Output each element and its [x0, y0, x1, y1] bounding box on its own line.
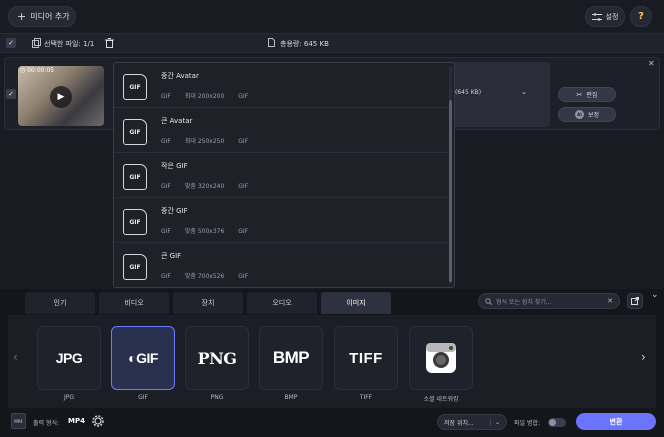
preset-details: GIF 최대 200x200 GIF: [161, 93, 249, 100]
preset-details: GIF 맞춤 700x526 GIF: [161, 273, 249, 280]
help-button[interactable]: ?: [630, 6, 652, 27]
remove-file-icon[interactable]: ✕: [648, 59, 655, 68]
tab-images[interactable]: 이미지: [321, 292, 391, 314]
format-search-input[interactable]: 형식 또는 장치 찾기... ✕: [478, 293, 620, 309]
preset-details: GIF 맞춤 500x376 GIF: [161, 228, 249, 235]
preset-title: 중간 GIF: [161, 207, 188, 215]
preset-title: 큰 Avatar: [161, 117, 193, 125]
jpg-logo: JPG: [55, 350, 83, 366]
format-label-tiff: TIFF: [359, 394, 373, 401]
tab-popular[interactable]: 인기: [25, 292, 95, 314]
camera-icon: [426, 343, 456, 373]
trash-icon[interactable]: [105, 38, 114, 48]
format-label-gif: GIF: [138, 394, 148, 401]
save-to-dropdown[interactable]: 저장 위치... ⌄: [437, 414, 507, 430]
preset-details: GIF 맞춤 320x240 GIF: [161, 183, 249, 190]
scissors-icon: ✂: [576, 90, 583, 99]
duration-label: ◷ 00:00:05: [20, 67, 55, 74]
gif-logo: ◐GIF: [128, 350, 158, 366]
total-size-label: 총용량: 645 KB: [280, 40, 329, 48]
preset-item[interactable]: GIF 큰 GIF GIF 맞춤 700x526 GIF: [114, 243, 450, 287]
add-media-button[interactable]: + 미디어 추가: [8, 6, 76, 27]
bmp-logo: BMP: [272, 348, 310, 367]
file-icon: [268, 38, 275, 47]
top-bar: [0, 0, 664, 32]
search-icon: [485, 297, 492, 305]
format-tile-png[interactable]: PNG: [185, 326, 249, 390]
output-format-label: 출력 형식:: [33, 420, 60, 427]
output-size-label: (645 KB): [455, 89, 482, 96]
clear-search-icon[interactable]: ✕: [607, 297, 613, 305]
scroll-left-chevron-icon[interactable]: ‹: [13, 350, 18, 364]
format-tile-gif[interactable]: ◐GIF: [111, 326, 175, 390]
select-all-checkbox[interactable]: ✓: [6, 38, 16, 48]
add-media-label: 미디어 추가: [30, 12, 70, 21]
gif-file-icon: GIF: [123, 74, 147, 100]
chevron-down-icon[interactable]: ⌄: [521, 88, 527, 96]
selected-files-label: 선택한 파일: 1/1: [44, 40, 95, 48]
format-tile-bmp[interactable]: BMP: [259, 326, 323, 390]
format-label-png: PNG: [210, 394, 224, 401]
output-format-icon[interactable]: MP4: [11, 413, 26, 429]
format-tile-tiff[interactable]: TIFF: [334, 326, 398, 390]
gif-file-icon: GIF: [123, 119, 147, 145]
convert-button[interactable]: 변환: [576, 413, 656, 430]
gif-file-icon: GIF: [123, 209, 147, 235]
plus-icon: +: [17, 10, 27, 23]
edit-button[interactable]: ✂ 편집: [558, 87, 616, 102]
tab-audio[interactable]: 오디오: [247, 292, 317, 314]
preset-item[interactable]: GIF 중간 GIF GIF 맞춤 500x376 GIF: [114, 198, 450, 243]
file-merge-label: 파일 병합:: [514, 420, 541, 427]
edit-label: 편집: [586, 92, 598, 99]
tab-video[interactable]: 비디오: [99, 292, 169, 314]
play-icon[interactable]: ▶: [50, 86, 72, 108]
gif-file-icon: GIF: [123, 164, 147, 190]
file-checkbox[interactable]: ✓: [6, 89, 16, 99]
collapse-panel-chevron-icon[interactable]: ⌄: [651, 290, 659, 300]
output-format-value[interactable]: MP4: [68, 417, 85, 425]
tiff-logo: TIFF: [349, 349, 383, 367]
preset-item[interactable]: GIF 작은 GIF GIF 맞춤 320x240 GIF: [114, 153, 450, 198]
format-grid: [8, 315, 656, 408]
preset-title: 중간 Avatar: [161, 72, 199, 80]
files-icon: [32, 38, 41, 48]
save-to-label: 저장 위치...: [444, 419, 474, 427]
settings-label: 설정: [605, 12, 619, 21]
enhance-button[interactable]: AI 보정: [558, 107, 616, 122]
search-placeholder: 형식 또는 장치 찾기...: [496, 298, 552, 306]
gear-icon[interactable]: [92, 415, 104, 427]
preset-title: 작은 GIF: [161, 162, 188, 170]
preset-item[interactable]: GIF 중간 Avatar GIF 최대 200x200 GIF: [114, 63, 450, 108]
preset-details: GIF 최대 250x250 GIF: [161, 138, 249, 145]
format-label-jpg: JPG: [63, 394, 75, 401]
preset-dropdown: GIF 중간 Avatar GIF 최대 200x200 GIF GIF 큰 Ava…: [113, 62, 455, 288]
format-label-bmp: BMP: [284, 394, 298, 401]
info-bar: [0, 33, 664, 53]
format-tile-jpg[interactable]: JPG: [37, 326, 101, 390]
preset-title: 큰 GIF: [161, 252, 182, 260]
export-settings-button[interactable]: [627, 293, 643, 309]
gif-file-icon: GIF: [123, 254, 147, 280]
tab-devices[interactable]: 장치: [173, 292, 243, 314]
settings-sliders-icon: [591, 12, 602, 21]
export-icon: [631, 297, 639, 305]
format-tile-social[interactable]: [409, 326, 473, 390]
enhance-label: 보정: [587, 112, 600, 119]
png-logo: PNG: [197, 348, 237, 368]
scroll-right-chevron-icon[interactable]: ›: [641, 350, 646, 364]
ai-icon: AI: [574, 110, 584, 119]
chevron-down-icon: ⌄: [489, 418, 500, 426]
settings-button[interactable]: 설정: [585, 6, 625, 27]
preset-item[interactable]: GIF 큰 Avatar GIF 최대 250x250 GIF: [114, 108, 450, 153]
format-label-social: 소셜 네트워킹: [423, 396, 459, 403]
file-merge-toggle[interactable]: [548, 418, 566, 427]
dropdown-scrollbar-thumb[interactable]: [449, 100, 452, 282]
